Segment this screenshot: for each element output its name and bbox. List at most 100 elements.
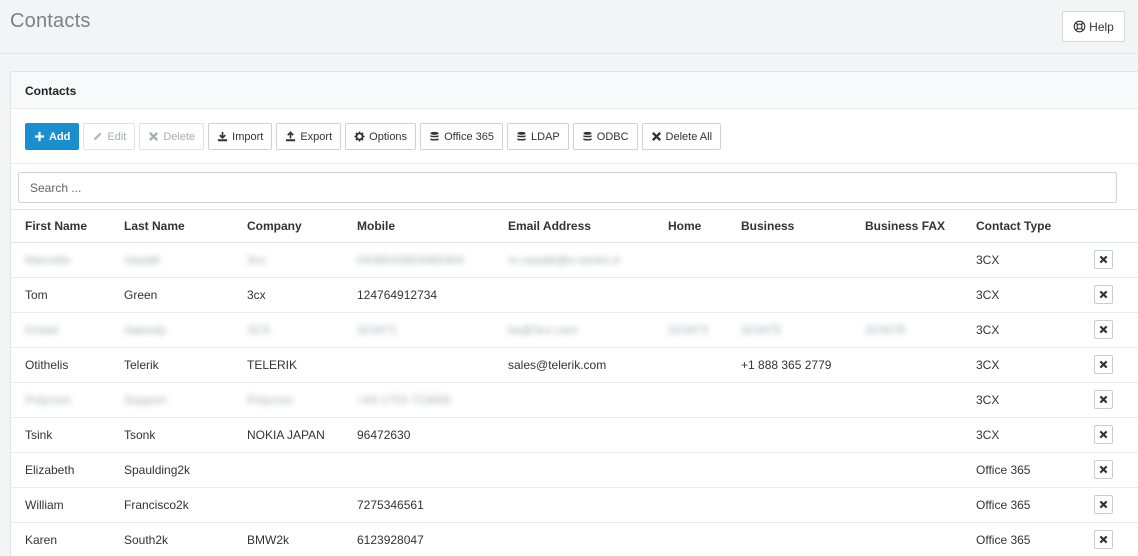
cell-company: 3CX	[233, 312, 343, 348]
cell-business-fax	[851, 347, 962, 383]
export-button[interactable]: Export	[276, 123, 342, 150]
cell-business-fax	[851, 452, 962, 488]
cell-contact-type: Office 365	[962, 452, 1076, 488]
column-header-company[interactable]: Company	[233, 210, 343, 243]
delete-row-button[interactable]	[1094, 390, 1113, 409]
cell-last-name: Telerik	[110, 347, 233, 383]
download-icon	[218, 131, 228, 142]
cell-first-name: Tsink	[11, 417, 110, 453]
search-input[interactable]	[18, 172, 1117, 203]
cell-contact-type: 3CX	[962, 242, 1076, 278]
import-button[interactable]: Import	[208, 123, 273, 150]
times-icon	[1099, 500, 1108, 509]
add-button[interactable]: Add	[25, 123, 80, 150]
times-icon	[149, 131, 159, 142]
delete-row-button[interactable]	[1094, 460, 1113, 479]
cell-last-name: Aakesly	[110, 312, 233, 348]
cell-home	[654, 382, 727, 418]
ldap-button[interactable]: LDAP	[507, 123, 569, 150]
table-row[interactable]: Tom Green 3cx 124764912734 3CX	[11, 277, 1138, 313]
cell-actions	[1076, 452, 1138, 488]
delete-all-button[interactable]: Delete All	[641, 123, 722, 150]
cell-last-name: Tsonk	[110, 417, 233, 453]
cell-business	[727, 452, 851, 488]
cell-actions	[1076, 382, 1138, 418]
column-header-actions	[1076, 210, 1138, 243]
delete-row-button[interactable]	[1094, 285, 1113, 304]
cell-email: sales@telerik.com	[494, 347, 654, 383]
delete-row-button[interactable]	[1094, 425, 1113, 444]
cell-home	[654, 347, 727, 383]
cell-mobile: 323471	[343, 312, 494, 348]
cell-email	[494, 382, 654, 418]
table-row[interactable]: Marcello Vasatti 3cx 0438543653465464 m.vasa…	[11, 242, 1138, 278]
edit-label: Edit	[107, 130, 127, 143]
column-header-last-name[interactable]: Last Name	[110, 210, 233, 243]
cell-business	[727, 277, 851, 313]
cell-mobile	[343, 347, 494, 383]
delete-row-button[interactable]	[1094, 250, 1113, 269]
help-button[interactable]: Help	[1062, 11, 1125, 42]
cell-home	[654, 277, 727, 313]
column-header-first-name[interactable]: First Name	[11, 210, 110, 243]
export-label: Export	[300, 130, 333, 143]
delete-button[interactable]: Delete	[139, 123, 205, 150]
office365-button[interactable]: Office 365	[420, 123, 504, 150]
database-icon	[517, 131, 526, 141]
times-icon	[1099, 255, 1108, 264]
contacts-panel: Contacts Add Edit Delete Import Export O…	[10, 71, 1138, 556]
cell-business-fax	[851, 382, 962, 418]
cell-home: 323473	[654, 312, 727, 348]
column-header-business-fax[interactable]: Business FAX	[851, 210, 962, 243]
table-row[interactable]: Polycom Support Polycom +44 1753 723000 3CX	[11, 382, 1138, 418]
options-label: Options	[369, 130, 408, 143]
edit-button[interactable]: Edit	[83, 123, 136, 150]
cell-business-fax	[851, 522, 962, 556]
cell-actions	[1076, 347, 1138, 383]
odbc-button[interactable]: ODBC	[572, 123, 638, 150]
life-ring-icon	[1073, 20, 1086, 33]
table-row[interactable]: Kristel Aakesly 3CX 323471 ka@3cx.com 323473 3…	[11, 312, 1138, 348]
cell-first-name: Elizabeth	[11, 452, 110, 488]
table-row[interactable]: Tsink Tsonk NOKIA JAPAN 96472630 3CX	[11, 417, 1138, 453]
delete-row-button[interactable]	[1094, 320, 1113, 339]
cell-last-name: South2k	[110, 522, 233, 556]
column-header-email[interactable]: Email Address	[494, 210, 654, 243]
cell-actions	[1076, 417, 1138, 453]
cell-contact-type: 3CX	[962, 347, 1076, 383]
cell-actions	[1076, 487, 1138, 523]
odbc-label: ODBC	[596, 130, 629, 143]
cell-business-fax	[851, 242, 962, 278]
column-header-mobile[interactable]: Mobile	[343, 210, 494, 243]
column-header-contact-type[interactable]: Contact Type	[962, 210, 1076, 243]
cell-first-name: Otithelis	[11, 347, 110, 383]
cell-home	[654, 242, 727, 278]
table-row[interactable]: Otithelis Telerik TELERIK sales@telerik.com…	[11, 347, 1138, 383]
delete-row-button[interactable]	[1094, 355, 1113, 374]
cell-mobile: 124764912734	[343, 277, 494, 313]
times-icon	[1099, 395, 1108, 404]
delete-row-button[interactable]	[1094, 530, 1113, 549]
column-header-home[interactable]: Home	[654, 210, 727, 243]
table-row[interactable]: William Francisco2k 7275346561 Office 365	[11, 487, 1138, 523]
pencil-icon	[94, 132, 102, 141]
cell-email	[494, 487, 654, 523]
cell-email	[494, 277, 654, 313]
cell-company: Polycom	[233, 382, 343, 418]
gear-icon	[354, 131, 365, 142]
add-label: Add	[49, 130, 71, 143]
cell-email: m.vasatti@e-works.it	[494, 242, 654, 278]
options-button[interactable]: Options	[345, 123, 417, 150]
cell-last-name: Vasatti	[110, 242, 233, 278]
times-icon	[1099, 535, 1108, 544]
column-header-business[interactable]: Business	[727, 210, 851, 243]
cell-business: 323475	[727, 312, 851, 348]
database-icon	[430, 131, 439, 141]
table-row[interactable]: Karen South2k BMW2k 6123928047 Office 365	[11, 522, 1138, 556]
table-row[interactable]: Elizabeth Spaulding2k Office 365	[11, 452, 1138, 488]
page-title: Contacts	[10, 10, 91, 32]
cell-mobile: 7275346561	[343, 487, 494, 523]
cell-business: +1 888 365 2779	[727, 347, 851, 383]
cell-home	[654, 522, 727, 556]
delete-row-button[interactable]	[1094, 495, 1113, 514]
